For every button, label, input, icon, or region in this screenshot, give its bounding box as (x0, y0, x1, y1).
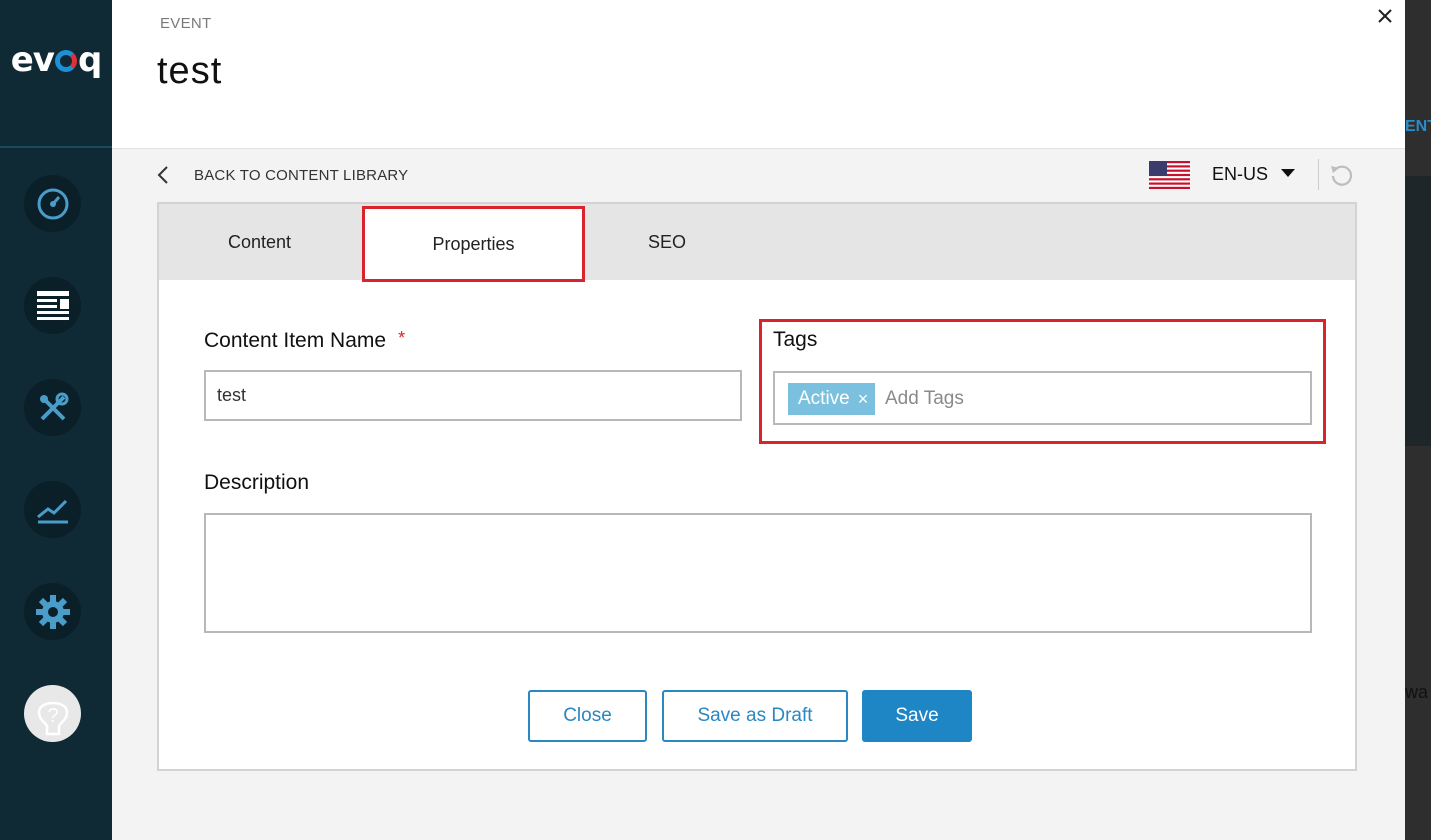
sidebar-item-help[interactable]: ? (24, 685, 81, 742)
description-label: Description (204, 471, 310, 494)
chevron-left-icon (157, 166, 168, 184)
sidebar-item-content[interactable] (24, 277, 81, 334)
background-overlay: ENT wa (1405, 0, 1431, 840)
tags-field[interactable]: Active × (773, 371, 1312, 425)
tools-icon (39, 392, 68, 420)
content-item-modal: EVENT test BACK TO CONTENT LIBRARY EN-US (112, 0, 1405, 840)
save-button[interactable]: Save (862, 690, 972, 742)
background-peek-text: wa (1405, 682, 1429, 702)
analytics-chart-icon (36, 499, 68, 523)
background-peek-text: ENT (1405, 118, 1431, 135)
tag-remove-icon[interactable]: × (858, 389, 869, 410)
dashboard-gauge-icon (37, 188, 68, 219)
background-band (1405, 176, 1431, 446)
tab-properties[interactable]: Properties (362, 206, 585, 282)
sidebar-item-dashboard[interactable] (24, 175, 81, 232)
us-flag-icon[interactable] (1149, 161, 1190, 189)
sidebar-divider (0, 146, 112, 148)
help-icon: ? (37, 701, 68, 735)
sidebar-item-analytics[interactable] (24, 481, 81, 538)
content-item-name-input[interactable] (204, 370, 742, 421)
sidebar: ev q ? (0, 0, 112, 840)
content-list-icon (36, 290, 69, 320)
svg-text:?: ? (47, 705, 58, 727)
refresh-icon[interactable] (1329, 162, 1355, 188)
tab-bar: Content Properties SEO (159, 204, 1355, 282)
modal-header: EVENT test (112, 0, 1405, 149)
required-marker: * (398, 328, 406, 348)
caret-down-icon[interactable] (1280, 167, 1296, 179)
back-to-library-link[interactable]: BACK TO CONTENT LIBRARY (156, 162, 408, 188)
back-link-label: BACK TO CONTENT LIBRARY (194, 166, 409, 184)
sidebar-item-tools[interactable] (24, 379, 81, 436)
tab-seo[interactable]: SEO (587, 204, 747, 280)
content-type-label: EVENT (160, 15, 212, 32)
settings-gear-icon (35, 594, 70, 629)
description-textarea[interactable] (204, 513, 1312, 633)
tags-label: Tags (773, 328, 818, 351)
page-title: test (157, 50, 223, 92)
close-button[interactable]: Close (528, 690, 647, 742)
tag-chip-label: Active (798, 388, 850, 409)
tab-content[interactable]: Content (159, 204, 360, 280)
content-item-name-label-text: Content Item Name (204, 329, 387, 352)
tag-chip-active: Active × (788, 383, 876, 415)
content-item-name-label: Content Item Name * (204, 328, 405, 353)
close-icon[interactable] (1374, 5, 1396, 27)
add-tags-input[interactable] (885, 383, 1285, 415)
language-selector[interactable]: EN-US (1212, 164, 1268, 185)
evoq-logo[interactable]: ev q (0, 40, 112, 80)
sidebar-item-settings[interactable] (24, 583, 81, 640)
save-as-draft-button[interactable]: Save as Draft (662, 690, 848, 742)
content-panel: Content Properties SEO Content Item Name… (157, 202, 1357, 771)
toolbar-divider (1318, 159, 1319, 190)
